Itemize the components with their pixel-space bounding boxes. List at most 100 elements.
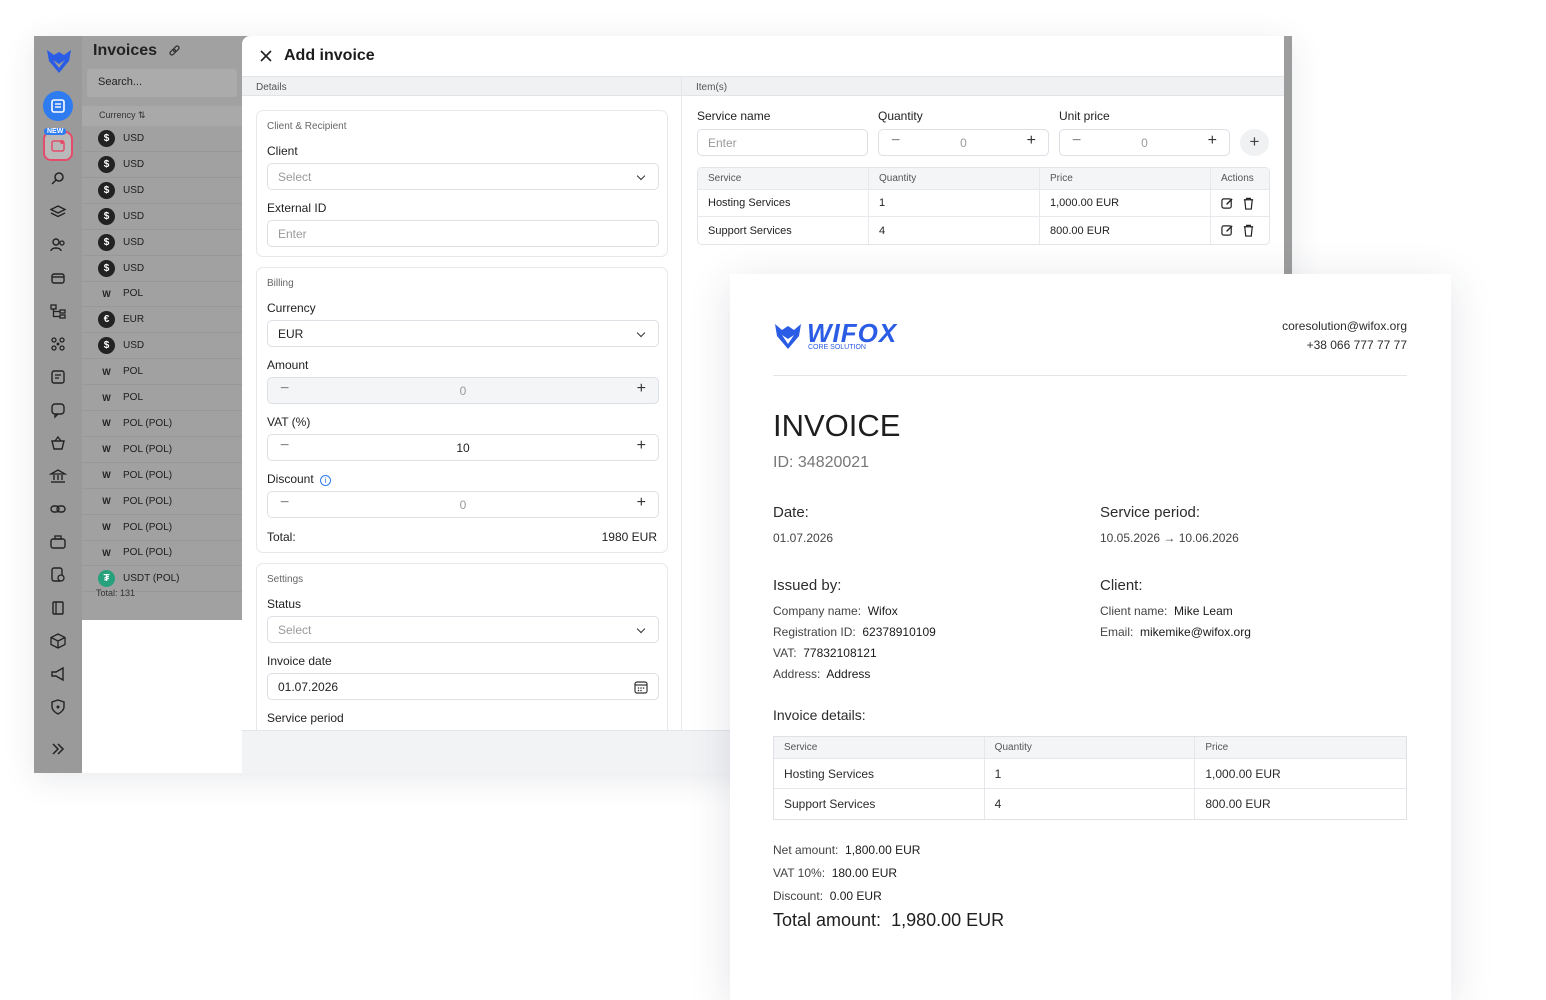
amount-label: Amount bbox=[267, 358, 309, 372]
shield-icon[interactable] bbox=[43, 692, 73, 722]
service-period-label: Service period bbox=[267, 711, 344, 725]
client-section-title: Client & Recipient bbox=[267, 121, 347, 132]
invoice-date-input[interactable]: 01.07.2026 bbox=[267, 673, 659, 700]
currency-label: USD bbox=[123, 158, 145, 170]
trash-icon[interactable] bbox=[1242, 197, 1255, 210]
discount-line: Discount: 0.00 EUR bbox=[773, 889, 882, 903]
drawer-title: Add invoice bbox=[284, 47, 375, 64]
search-input[interactable]: Search... bbox=[87, 69, 237, 97]
list-item[interactable]: W POL bbox=[82, 281, 242, 308]
chain-link-icon[interactable] bbox=[43, 494, 73, 524]
client-select[interactable]: Select bbox=[267, 163, 659, 190]
list-item[interactable]: $ USD bbox=[82, 152, 242, 178]
link-icon[interactable] bbox=[168, 44, 181, 57]
header-service: Service bbox=[698, 168, 869, 189]
briefcase-icon[interactable] bbox=[43, 527, 73, 557]
list-item[interactable]: W POL (POL) bbox=[82, 489, 242, 515]
icon-rail: NEW bbox=[34, 36, 82, 773]
calendar-icon[interactable] bbox=[634, 680, 648, 694]
bank-icon[interactable] bbox=[43, 461, 73, 491]
add-item-button[interactable]: + bbox=[1240, 129, 1269, 156]
megaphone-icon[interactable] bbox=[43, 659, 73, 689]
items-table-header: Service Quantity Price Actions bbox=[698, 168, 1269, 190]
cell-price: 800.00 EUR bbox=[1205, 797, 1271, 811]
currency-label: POL (POL) bbox=[123, 469, 173, 481]
service-period-value: 10.05.2026 → 10.06.2026 bbox=[1100, 531, 1239, 545]
cards-icon[interactable] bbox=[43, 263, 73, 293]
sort-icon[interactable]: ⇅ bbox=[138, 110, 146, 120]
fox-logo-icon[interactable] bbox=[44, 46, 74, 76]
list-item[interactable]: $ USD bbox=[82, 178, 242, 204]
header-price: Price bbox=[1205, 742, 1229, 753]
list-item[interactable]: W POL (POL) bbox=[82, 411, 242, 437]
currency-coin-icon: W bbox=[102, 392, 111, 403]
network-icon[interactable] bbox=[43, 329, 73, 359]
hierarchy-icon[interactable] bbox=[43, 296, 73, 326]
currency-label: POL bbox=[123, 366, 144, 378]
currency-label: USD bbox=[123, 340, 145, 352]
trash-icon[interactable] bbox=[1242, 224, 1255, 237]
list-item[interactable]: W POL (POL) bbox=[82, 437, 242, 463]
layers-icon[interactable] bbox=[43, 197, 73, 227]
quantity-stepper[interactable]: − 0 + bbox=[878, 129, 1049, 156]
notes-icon[interactable] bbox=[43, 362, 73, 392]
company-name-line: Company name: Wifox bbox=[773, 604, 898, 618]
list-item[interactable]: W POL (POL) bbox=[82, 540, 242, 567]
vat-stepper[interactable]: − 10 + bbox=[267, 434, 659, 461]
list-item[interactable]: $ USD bbox=[82, 333, 242, 360]
document-lock-icon[interactable] bbox=[43, 560, 73, 590]
currency-select[interactable]: EUR bbox=[267, 320, 659, 347]
plus-icon[interactable]: + bbox=[637, 380, 646, 398]
total-label: Total: bbox=[267, 530, 296, 544]
issued-by-label: Issued by: bbox=[773, 577, 842, 594]
plus-icon[interactable]: + bbox=[1208, 132, 1217, 150]
list-item[interactable]: $ USD bbox=[82, 230, 242, 256]
discount-stepper[interactable]: − 0 + bbox=[267, 491, 659, 518]
cell-quantity: 4 bbox=[869, 217, 1040, 244]
currency-label: USD bbox=[123, 236, 145, 248]
expand-chevrons-icon[interactable] bbox=[43, 734, 73, 764]
edit-icon[interactable] bbox=[1221, 224, 1234, 237]
list-item[interactable]: $ USD bbox=[82, 204, 242, 230]
new-feature-icon[interactable] bbox=[43, 131, 73, 161]
basket-icon[interactable] bbox=[43, 428, 73, 458]
currency-label: USDT (POL) bbox=[123, 573, 180, 585]
list-item[interactable]: W POL (POL) bbox=[82, 515, 242, 541]
date-value: 01.07.2026 bbox=[773, 531, 834, 545]
book-icon[interactable] bbox=[43, 593, 73, 623]
status-select[interactable]: Select bbox=[267, 616, 659, 643]
currency-label: USD bbox=[123, 262, 145, 274]
key-icon[interactable] bbox=[43, 164, 73, 194]
wifox-logo-icon bbox=[775, 324, 801, 349]
external-id-input[interactable]: Enter bbox=[267, 220, 659, 247]
list-item[interactable]: W POL bbox=[82, 359, 242, 386]
unit-price-stepper[interactable]: − 0 + bbox=[1059, 129, 1230, 156]
vat-value: 10 bbox=[456, 441, 470, 455]
list-item[interactable]: W POL (POL) bbox=[82, 463, 242, 489]
table-header: Service Quantity Price bbox=[774, 737, 1406, 759]
users-icon[interactable] bbox=[43, 230, 73, 260]
invoices-nav-icon[interactable] bbox=[43, 91, 73, 121]
cell-price: 800.00 EUR bbox=[1040, 217, 1211, 244]
currency-coin-icon: € bbox=[98, 311, 115, 329]
list-item[interactable]: $ USD bbox=[82, 256, 242, 282]
close-icon[interactable] bbox=[260, 50, 272, 62]
edit-icon[interactable] bbox=[1221, 197, 1234, 210]
box-icon[interactable] bbox=[43, 626, 73, 656]
list-item[interactable]: $ USD bbox=[82, 126, 242, 152]
currency-coin-icon: $ bbox=[98, 181, 115, 199]
chat-icon[interactable] bbox=[43, 395, 73, 425]
currency-label: POL bbox=[123, 392, 144, 403]
amount-stepper[interactable]: − 0 + bbox=[267, 377, 659, 404]
info-icon[interactable]: i bbox=[320, 475, 332, 486]
list-item[interactable]: € EUR bbox=[82, 307, 242, 334]
service-name-input[interactable]: Enter bbox=[697, 129, 868, 156]
currency-column-header[interactable]: Currency ⇅ bbox=[82, 106, 242, 126]
list-item[interactable]: W POL bbox=[82, 385, 242, 411]
service-name-label: Service name bbox=[697, 109, 771, 123]
currency-label: USD bbox=[123, 184, 145, 196]
plus-icon[interactable]: + bbox=[637, 494, 646, 512]
cell-service: Support Services bbox=[774, 789, 985, 819]
plus-icon[interactable]: + bbox=[1027, 132, 1036, 150]
plus-icon[interactable]: + bbox=[637, 437, 646, 455]
